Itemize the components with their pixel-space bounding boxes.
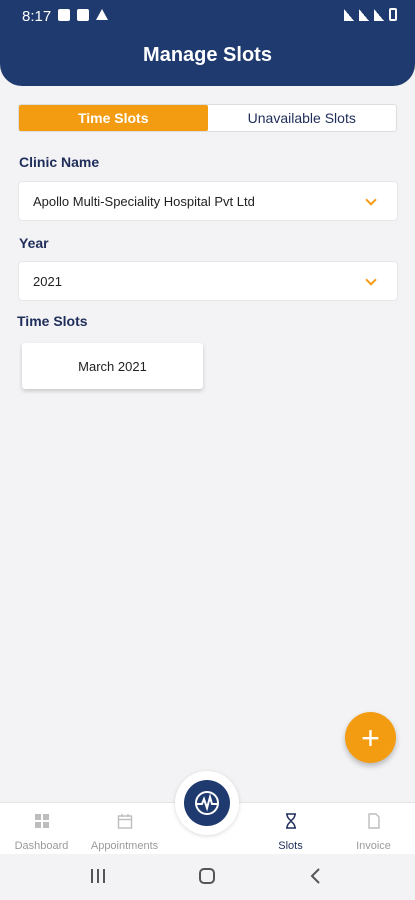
nav-invoice[interactable]: Invoice [332, 803, 415, 855]
app-header: 8:17 Manage Slots [0, 0, 415, 86]
system-nav-bar [0, 854, 415, 900]
nav-dashboard[interactable]: Dashboard [0, 803, 83, 855]
battery-icon [389, 8, 397, 21]
calendar-icon [117, 814, 132, 829]
page-title: Manage Slots [143, 44, 272, 66]
chevron-down-icon [365, 274, 377, 286]
nav-slots[interactable]: Slots [249, 803, 332, 855]
tab-unavailable-slots[interactable]: Unavailable Slots [208, 105, 397, 131]
slot-type-tabs: Time Slots Unavailable Slots [18, 104, 397, 132]
status-system-icons [344, 8, 397, 21]
plus-icon: + [361, 719, 380, 756]
year-select[interactable]: 2021 [18, 261, 398, 301]
back-icon[interactable] [306, 866, 326, 886]
hourglass-icon [285, 813, 296, 829]
image-notification-icon [58, 9, 70, 21]
signal-icon [374, 9, 384, 21]
clinic-select-value: Apollo Multi-Speciality Hospital Pvt Ltd [33, 193, 255, 209]
clinic-select[interactable]: Apollo Multi-Speciality Hospital Pvt Ltd [18, 181, 398, 221]
year-select-value: 2021 [33, 273, 62, 289]
status-notification-icons [58, 9, 108, 21]
status-time: 8:17 [22, 8, 52, 25]
grid-icon [34, 814, 49, 828]
time-slots-label: Time Slots [17, 313, 88, 329]
chevron-down-icon [365, 194, 377, 206]
pulse-logo-icon [184, 780, 230, 826]
recents-icon[interactable] [88, 866, 108, 886]
signal-icon [359, 9, 369, 21]
clinic-name-label: Clinic Name [19, 154, 100, 170]
time-slot-card-label: March 2021 [78, 358, 147, 374]
wifi-icon [344, 9, 354, 21]
document-icon [367, 813, 380, 829]
add-slot-button[interactable]: + [345, 712, 396, 763]
year-label: Year [19, 235, 49, 251]
home-icon[interactable] [197, 866, 217, 886]
time-slot-card[interactable]: March 2021 [22, 343, 203, 389]
nav-dashboard-label: Dashboard [14, 840, 69, 852]
check-notification-icon [77, 9, 89, 21]
nav-appointments-label: Appointments [90, 840, 159, 852]
tab-time-slots[interactable]: Time Slots [19, 105, 208, 131]
warning-icon [96, 9, 108, 20]
nav-invoice-label: Invoice [356, 840, 391, 852]
nav-slots-label: Slots [278, 840, 303, 852]
nav-appointments[interactable]: Appointments [83, 803, 166, 855]
home-center-button[interactable] [175, 771, 239, 835]
status-bar: 8:17 [0, 0, 415, 32]
